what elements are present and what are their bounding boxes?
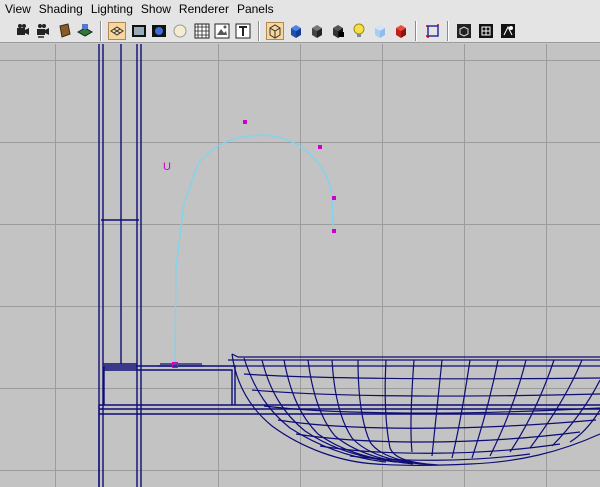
viewport-grid xyxy=(0,44,600,487)
isolate-select-icon[interactable] xyxy=(424,22,442,40)
nurbs-curve[interactable] xyxy=(174,134,334,364)
toolbar-separator xyxy=(258,21,260,41)
menu-lighting[interactable]: Lighting xyxy=(88,0,136,19)
wireframe-toggle-icon[interactable] xyxy=(108,22,126,40)
image-plane-icon[interactable] xyxy=(76,22,94,40)
select-camera-icon[interactable] xyxy=(14,22,32,40)
panel-menubar: View Shading Lighting Show Renderer Pane… xyxy=(0,0,600,19)
background-wireframe xyxy=(98,44,600,487)
film-gate-icon[interactable] xyxy=(130,22,148,40)
field-chart-icon[interactable] xyxy=(193,22,211,40)
wireframe-shading-icon[interactable] xyxy=(266,22,284,40)
maya-viewport-panel: View Shading Lighting Show Renderer Pane… xyxy=(0,0,600,487)
panel-toolbar xyxy=(0,19,600,43)
shadows-icon[interactable] xyxy=(455,22,473,40)
toolbar-separator xyxy=(100,21,102,41)
bookmarks-icon[interactable] xyxy=(56,22,74,40)
menu-show[interactable]: Show xyxy=(138,0,174,19)
flat-shade-icon[interactable] xyxy=(308,22,326,40)
ortho-viewport[interactable]: U xyxy=(0,44,600,487)
toolbar-separator xyxy=(415,21,417,41)
smooth-shade-icon[interactable] xyxy=(287,22,305,40)
use-default-light-icon[interactable] xyxy=(350,22,368,40)
control-vertex[interactable] xyxy=(243,120,247,124)
control-vertex[interactable] xyxy=(332,229,336,233)
textured-icon[interactable] xyxy=(392,22,410,40)
control-vertex[interactable] xyxy=(318,145,322,149)
safe-action-icon[interactable] xyxy=(213,22,231,40)
camera-attributes-icon[interactable] xyxy=(34,22,52,40)
control-vertex[interactable] xyxy=(332,196,336,200)
safe-title-icon[interactable] xyxy=(234,22,252,40)
motion-blur-icon[interactable] xyxy=(499,22,517,40)
resolution-gate-icon[interactable] xyxy=(150,22,168,40)
menu-panels[interactable]: Panels xyxy=(234,0,277,19)
toolbar-separator xyxy=(447,21,449,41)
curve-origin-marker[interactable] xyxy=(172,362,178,368)
xray-icon[interactable] xyxy=(371,22,389,40)
menu-view[interactable]: View xyxy=(2,0,34,19)
menu-shading[interactable]: Shading xyxy=(36,0,86,19)
gate-mask-icon[interactable] xyxy=(171,22,189,40)
high-quality-icon[interactable] xyxy=(477,22,495,40)
menu-renderer[interactable]: Renderer xyxy=(176,0,232,19)
bowl-wireframe xyxy=(228,353,600,467)
curve-direction-label: U xyxy=(163,161,171,173)
base-ring-wireframe xyxy=(158,363,204,367)
bounding-box-icon[interactable] xyxy=(329,22,347,40)
